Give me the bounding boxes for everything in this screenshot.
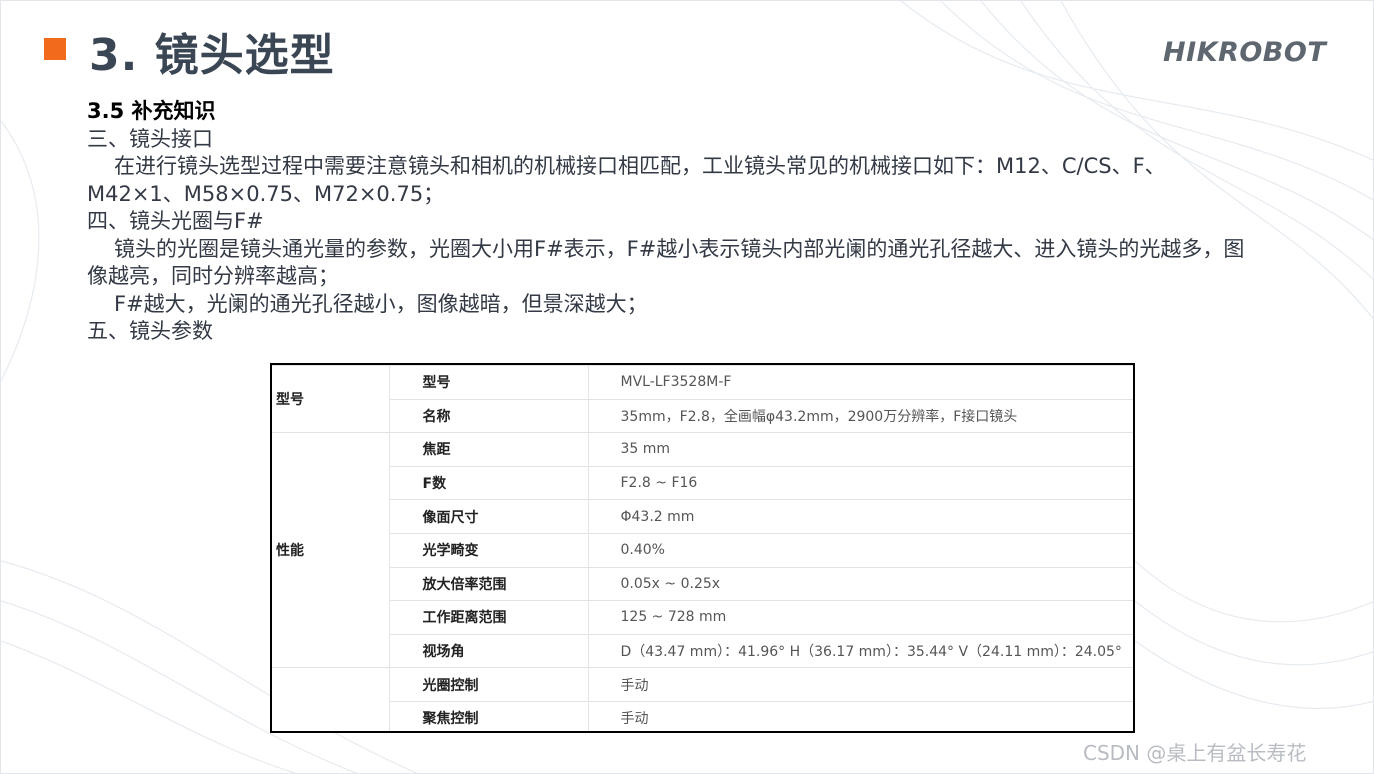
item5-heading: 五、镜头参数 [87, 319, 213, 343]
table-row: 光圈控制 手动 [272, 667, 1133, 731]
row-value: Φ43.2 mm [588, 499, 1133, 534]
group-cell-model: 型号 [272, 365, 390, 434]
table-row: 放大倍率范围 0.05x ~ 0.25x [272, 567, 1133, 602]
section-heading: 3.5 补充知识 [87, 99, 216, 123]
item3-heading: 三、镜头接口 [87, 126, 213, 151]
table-row: 性能 焦距 35 mm [272, 432, 1133, 669]
row-value: MVL-LF3528M-F [588, 365, 1133, 400]
row-label: 工作距离范围 [389, 600, 589, 635]
slide: 3. 镜头选型 HIKROBOT 3.5 补充知识 三、镜头接口 在进行镜头选型… [0, 0, 1374, 774]
group-cell-performance: 性能 [272, 432, 390, 669]
row-label: 光圈控制 [389, 667, 589, 702]
row-label: 名称 [389, 399, 589, 434]
table-row: 光学畸变 0.40% [272, 533, 1133, 568]
row-label: 放大倍率范围 [389, 567, 589, 602]
spec-table: 型号 型号 MVL-LF3528M-F 名称 35mm，F2.8，全画幅φ43.… [270, 363, 1135, 733]
row-value: D（43.47 mm）：41.96° H（36.17 mm）：35.44° V（… [588, 634, 1133, 669]
group-cell-empty [272, 667, 390, 731]
row-label: 视场角 [389, 634, 589, 669]
table-row: 工作距离范围 125 ~ 728 mm [272, 600, 1133, 635]
hikrobot-logo: HIKROBOT [1163, 37, 1327, 68]
item4-text1: 镜头的光圈是镜头通光量的参数，光圈大小用F#表示，F#越小表示镜头内部光阑的通光… [87, 236, 1245, 289]
row-label: F数 [389, 466, 589, 501]
item4-text2: F#越大，光阑的通光孔径越小，图像越暗，但景深越大； [114, 291, 648, 316]
item3-text: 在进行镜头选型过程中需要注意镜头和相机的机械接口相匹配，工业镜头常见的机械接口如… [87, 154, 1166, 206]
row-label: 焦距 [389, 432, 589, 467]
body-text: 3.5 补充知识 三、镜头接口 在进行镜头选型过程中需要注意镜头和相机的机械接口… [87, 98, 1247, 346]
row-label: 型号 [389, 365, 589, 400]
row-value: 35 mm [588, 432, 1133, 467]
table-row: 型号 型号 MVL-LF3528M-F [272, 365, 1133, 434]
row-value: 0.05x ~ 0.25x [588, 567, 1133, 602]
table-row: 视场角 D（43.47 mm）：41.96° H（36.17 mm）：35.44… [272, 634, 1133, 669]
row-value: 手动 [588, 701, 1133, 731]
item4-heading: 四、镜头光圈与F# [87, 209, 264, 233]
row-value: 35mm，F2.8，全画幅φ43.2mm，2900万分辨率，F接口镜头 [588, 399, 1133, 434]
row-value: 125 ~ 728 mm [588, 600, 1133, 635]
table-row: 聚焦控制 手动 [272, 701, 1133, 731]
row-label: 光学畸变 [389, 533, 589, 568]
page-title: 3. 镜头选型 [89, 30, 335, 81]
spec-table-grid: 型号 型号 MVL-LF3528M-F 名称 35mm，F2.8，全画幅φ43.… [272, 365, 1133, 731]
table-row: F数 F2.8 ~ F16 [272, 466, 1133, 501]
table-row: 名称 35mm，F2.8，全画幅φ43.2mm，2900万分辨率，F接口镜头 [272, 399, 1133, 434]
row-value: 手动 [588, 667, 1133, 702]
title-marker [44, 38, 66, 60]
csdn-watermark: CSDN @桌上有盆长寿花 [1083, 741, 1307, 765]
row-value: 0.40% [588, 533, 1133, 568]
row-label: 像面尺寸 [389, 499, 589, 534]
row-label: 聚焦控制 [389, 701, 589, 731]
table-row: 像面尺寸 Φ43.2 mm [272, 499, 1133, 534]
row-value: F2.8 ~ F16 [588, 466, 1133, 501]
